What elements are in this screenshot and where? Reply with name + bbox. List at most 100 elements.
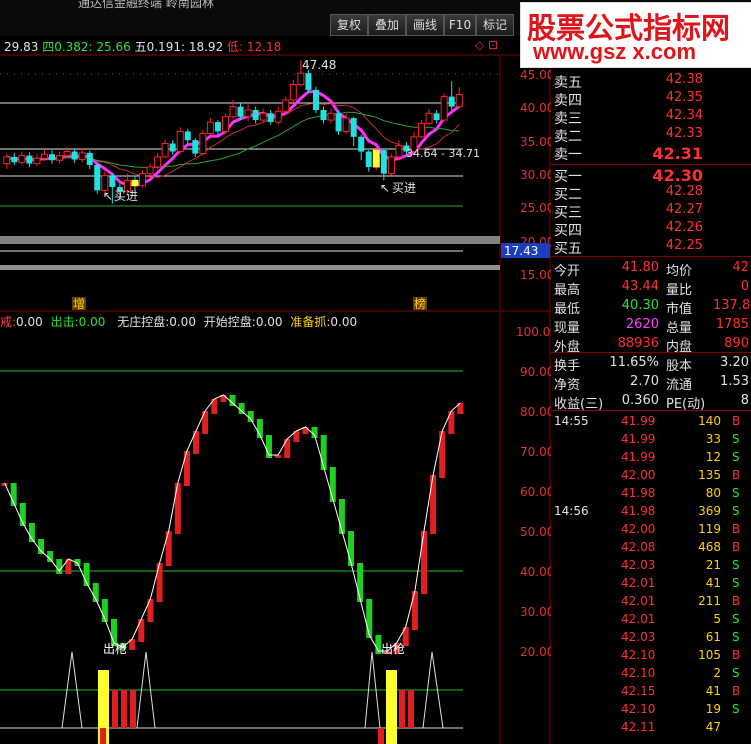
- candle-body: [237, 106, 244, 117]
- tick-side: B: [732, 468, 741, 482]
- candle-body: [433, 113, 440, 121]
- stat-value: 2620: [625, 317, 659, 332]
- stat-value: 40.30: [621, 298, 659, 313]
- tick-price: 41.99: [621, 414, 656, 428]
- candle-body: [33, 157, 41, 165]
- signal-bar-red-2: [121, 690, 127, 728]
- candle-body: [229, 106, 237, 118]
- stat-row: 今开 41.80 均价 42: [551, 260, 751, 279]
- candle: [425, 108, 433, 126]
- sell-price: 42.33: [665, 126, 703, 141]
- price-tick-2: 35.00: [520, 135, 551, 149]
- legend-5-label: 准备抓:: [290, 315, 331, 329]
- candle: [267, 110, 274, 125]
- tick-price: 42.08: [621, 540, 656, 554]
- candle: [448, 81, 455, 110]
- grey-band-1: [0, 236, 500, 244]
- sell-label: 卖三: [554, 111, 582, 127]
- tick-side: B: [732, 522, 741, 536]
- tick-side: S: [732, 612, 740, 626]
- stat2-value-2: 1.53: [720, 374, 749, 389]
- stat2-value: 2.70: [630, 374, 659, 389]
- ticks-divider: [551, 410, 751, 411]
- candle-body: [372, 149, 380, 168]
- volume-left-label: 增: [73, 297, 85, 311]
- tick-side: S: [732, 504, 740, 518]
- tick-side: B: [732, 540, 741, 554]
- tick-volume: 369: [698, 504, 721, 518]
- candle-body: [320, 110, 327, 121]
- chuqiang-label-2: 出枪: [381, 641, 405, 656]
- stat2-label-2: 股本: [666, 359, 693, 374]
- candle: [358, 134, 365, 161]
- stat-value-2: 1785: [715, 317, 749, 332]
- stat-label-2: 总量: [666, 321, 693, 336]
- candle-body: [78, 152, 86, 161]
- buy-row: 买一 42.30: [551, 166, 751, 185]
- candle-body: [274, 110, 282, 123]
- tick-row: 42.08 468 B: [551, 540, 751, 558]
- candle-body: [380, 150, 387, 174]
- legend-3-label: 无庄控盘:: [117, 315, 170, 329]
- stat-value-2: 42: [732, 260, 749, 275]
- tick-volume: 47: [705, 720, 721, 734]
- candle-body: [350, 118, 357, 137]
- sell-label: 卖五: [554, 75, 582, 91]
- chuqiang-label-1: 出枪: [103, 641, 127, 656]
- signal-bar-red-5: [399, 690, 405, 728]
- candle-body: [176, 130, 184, 153]
- candle: [26, 152, 33, 167]
- tick-price: 42.00: [621, 468, 656, 482]
- candle-body: [327, 112, 335, 121]
- chart-canvas[interactable]: 45.00 40.00 35.00 30.00 25.00 20.00 15.0…: [0, 0, 551, 744]
- indicator-bar: [439, 431, 446, 478]
- tick-volume: 61: [705, 630, 721, 644]
- candle: [455, 87, 463, 108]
- stat-value-2: 137.8: [713, 298, 751, 313]
- buy-label: 买二: [554, 187, 582, 203]
- indicator-axis: 100.00 90.00 80.00 70.00 60.00 50.00 40.…: [516, 325, 551, 659]
- tick-row: 14:55 41.99 140 B: [551, 414, 751, 432]
- candle-body: [131, 179, 139, 187]
- indicator-bar: [348, 531, 355, 566]
- candle-body: [139, 173, 147, 187]
- tick-row: 42.01 41 S: [551, 576, 751, 594]
- candle: [33, 154, 41, 167]
- buy-label: 买五: [554, 241, 582, 257]
- candle: [78, 148, 86, 163]
- tick-side: S: [732, 666, 740, 680]
- stat2-value-2: 3.20: [720, 355, 749, 370]
- candle: [199, 130, 207, 156]
- candle: [206, 118, 214, 136]
- candle-body: [418, 122, 426, 138]
- stats-divider: [551, 256, 751, 257]
- candle: [169, 140, 176, 155]
- signal-bar-yellow-2: [386, 670, 397, 744]
- quote-panel: 卖五 42.38 卖四 42.35 卖三 42.34 卖二 42.33 卖一 42.31 买一 42…: [551, 70, 751, 744]
- candle-body: [387, 156, 395, 175]
- tick-volume: 33: [705, 432, 721, 446]
- legend-5-value: 0.00: [330, 315, 358, 329]
- legend-1-label: 戒:: [0, 315, 17, 329]
- tick-row: 41.99 33 S: [551, 432, 751, 450]
- candle: [154, 153, 162, 169]
- ind-tick-1: 90.00: [520, 365, 551, 379]
- stat-label: 现量: [554, 321, 581, 336]
- tick-volume: 105: [698, 648, 721, 662]
- price-tick-4: 25.00: [520, 201, 551, 215]
- tick-price: 42.10: [621, 702, 656, 716]
- tick-volume: 211: [698, 594, 721, 608]
- ind-tick-4: 60.00: [520, 485, 551, 499]
- tick-row: 42.03 21 S: [551, 558, 751, 576]
- tick-price: 42.03: [621, 558, 656, 572]
- candle-body: [3, 156, 11, 165]
- tick-volume: 41: [705, 684, 721, 698]
- tick-price: 41.98: [621, 486, 656, 500]
- candle-body: [305, 73, 312, 90]
- buy-label: 买三: [554, 205, 582, 221]
- candle-body: [282, 99, 290, 112]
- watermark-url: www.gsz x.com: [533, 39, 697, 64]
- sell-price: 42.31: [652, 144, 703, 163]
- candle-body: [448, 96, 455, 107]
- candle-body: [161, 143, 169, 158]
